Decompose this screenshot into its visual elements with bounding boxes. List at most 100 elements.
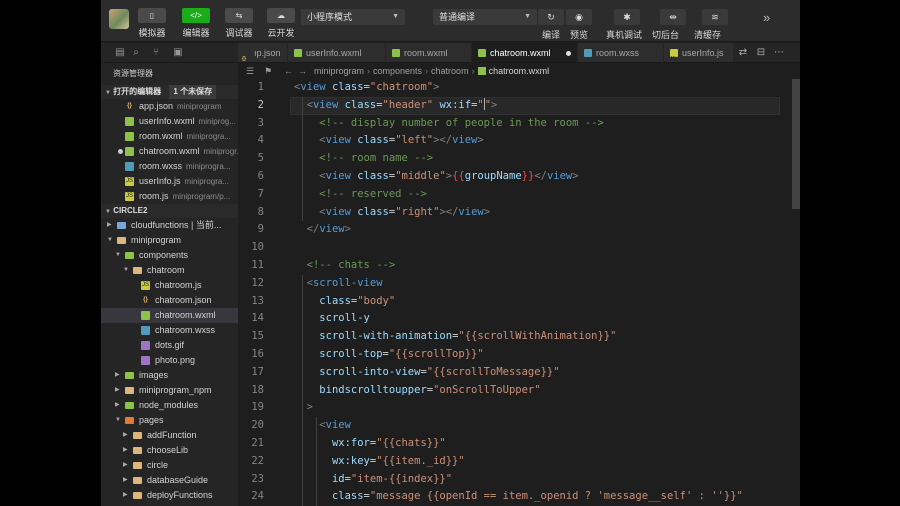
tree-item[interactable]: photo.png xyxy=(101,353,238,368)
toolbar-button-phone[interactable]: ▯ 模拟器 xyxy=(132,8,172,39)
tree-item[interactable]: ▼ chatroom xyxy=(101,263,238,278)
menu-icon[interactable]: ☰ xyxy=(246,63,254,79)
toolbar-button-debugger[interactable]: ⇆ 调试器 xyxy=(219,8,259,39)
code-token: class xyxy=(357,134,389,147)
more-icon[interactable]: » xyxy=(763,10,770,25)
breadcrumb-item[interactable]: chatroom xyxy=(431,66,469,76)
code-line[interactable]: class="message {{openId == item._openid … xyxy=(294,488,743,506)
branch-icon[interactable]: ⑂ xyxy=(149,46,163,60)
code-line[interactable]: id="item-{{index}}" xyxy=(294,471,452,489)
open-editor-item[interactable]: {} app.json miniprogram xyxy=(101,99,238,114)
tree-item[interactable]: ▶ addFunction xyxy=(101,428,238,443)
code-line[interactable]: scroll-top="{{scrollTop}}" xyxy=(294,346,483,364)
tree-item[interactable]: chatroom.wxml xyxy=(101,308,238,323)
more-dots-icon[interactable]: ⋯ xyxy=(772,46,786,60)
code-line[interactable]: <view class="left"></view> xyxy=(294,132,483,150)
code-line[interactable]: bindscrolltoupper="onScrollToUpper" xyxy=(294,382,540,400)
project-header[interactable]: ▼ CIRCLE2 xyxy=(101,204,238,218)
toolbar-button-code[interactable]: </> 编辑器 xyxy=(176,8,216,39)
tree-item[interactable]: dots.gif xyxy=(101,338,238,353)
tree-item[interactable]: ▶ chooseLib xyxy=(101,443,238,458)
file-name: room.js miniprogram/p... xyxy=(139,191,231,201)
tree-item[interactable]: ▶ images xyxy=(101,368,238,383)
refresh-icon[interactable]: ↻ xyxy=(538,9,564,25)
open-editor-item[interactable]: JS room.js miniprogram/p... xyxy=(101,189,238,204)
open-editor-item[interactable]: JS userInfo.js miniprogra... xyxy=(101,174,238,189)
code-line[interactable]: <!-- chats --> xyxy=(294,257,396,275)
file-name: addFunction xyxy=(147,430,197,440)
code-token: {{ xyxy=(452,170,465,182)
open-editor-item[interactable]: room.wxml miniprogra... xyxy=(101,129,238,144)
tab-room-wxml[interactable]: room.wxml xyxy=(386,43,472,62)
code-line[interactable]: <!-- room name --> xyxy=(294,150,433,168)
open-editors-header[interactable]: ▼ 打开的编辑器 1 个未保存 xyxy=(101,85,238,99)
tree-item[interactable]: ▼ pages xyxy=(101,413,238,428)
tree-item[interactable]: ▶ cloudfunctions | 当前... xyxy=(101,218,238,233)
line-number: 8 xyxy=(257,205,264,218)
switch-icon[interactable]: ⇹ xyxy=(660,9,686,25)
wxml-file-icon xyxy=(125,132,134,141)
tab--p-json[interactable]: {} ıp.json xyxy=(238,43,288,62)
code-area[interactable]: 1 <view class="chatroom"> 2 <view class="h… xyxy=(238,79,800,506)
open-editor-item[interactable]: chatroom.wxmlminiprogr... xyxy=(101,144,238,159)
code-line[interactable]: scroll-into-view="{{scrollToMessage}}" xyxy=(294,364,559,382)
code-line[interactable]: <!-- display number of people in the roo… xyxy=(294,115,604,133)
open-editor-item[interactable]: room.wxss miniprogra... xyxy=(101,159,238,174)
code-line[interactable]: <view class="header" wx:if=""> xyxy=(294,97,497,115)
forward-arrow-icon[interactable]: → xyxy=(298,63,307,79)
code-line[interactable]: > xyxy=(294,399,313,417)
open-editor-item[interactable]: userInfo.wxml miniprog... xyxy=(101,114,238,129)
tree-item[interactable]: ▶ node_modules xyxy=(101,398,238,413)
tree-item[interactable]: {} chatroom.json xyxy=(101,293,238,308)
layers-icon[interactable]: ≋ xyxy=(702,9,728,25)
code-line[interactable]: <scroll-view xyxy=(294,275,383,293)
code-line[interactable]: <!-- reserved --> xyxy=(294,186,426,204)
breadcrumb-item[interactable]: miniprogram xyxy=(314,66,364,76)
split-icon[interactable]: ⇄ xyxy=(736,46,750,60)
code-line[interactable]: <view class="chatroom"> xyxy=(294,79,439,97)
tab-chatroom-wxml[interactable]: chatroom.wxml xyxy=(472,43,578,62)
compile-select[interactable]: 普通编译 ▼ xyxy=(433,9,537,25)
code-line[interactable]: <view class="right"></view> xyxy=(294,204,490,222)
bug-icon[interactable]: ✱ xyxy=(614,9,640,25)
tab-room-wxss[interactable]: room.wxss xyxy=(578,43,664,62)
js-file-icon: JS xyxy=(125,177,134,186)
tree-item[interactable]: ▶ databaseGuide xyxy=(101,473,238,488)
code-line[interactable]: wx:key="{{item._id}}" xyxy=(294,453,465,471)
tree-item[interactable]: JS chatroom.js xyxy=(101,278,238,293)
tree-item[interactable]: ▼ miniprogram xyxy=(101,233,238,248)
wxml-file-icon xyxy=(477,67,486,75)
code-line[interactable]: <view class="middle">{{groupName}}</view… xyxy=(294,168,578,186)
tab-label: userInfo.js xyxy=(682,48,724,58)
files-icon[interactable]: ▤ xyxy=(113,46,127,60)
code-token: > xyxy=(483,205,491,218)
breadcrumb-item[interactable]: components xyxy=(373,66,422,76)
bookmark-icon[interactable]: ⚑ xyxy=(264,63,272,79)
tree-item[interactable]: chatroom.wxss xyxy=(101,323,238,338)
toolbar-button-cloud[interactable]: ☁ 云开发 xyxy=(261,8,301,39)
code-line[interactable]: scroll-y xyxy=(294,310,370,328)
eye-icon[interactable]: ◉ xyxy=(566,9,592,25)
tree-item[interactable]: ▼ components xyxy=(101,248,238,263)
tree-item[interactable]: ▶ circle xyxy=(101,458,238,473)
code-line[interactable]: </view> xyxy=(294,221,351,239)
tab-userinfo-js[interactable]: JS userInfo.js xyxy=(664,43,734,62)
code-line[interactable]: wx:for="{{chats}}" xyxy=(294,435,446,453)
editor-scrollbar[interactable] xyxy=(792,79,800,209)
debug-icon[interactable]: ▣ xyxy=(171,46,185,60)
tree-item[interactable]: ▶ miniprogram_npm xyxy=(101,383,238,398)
mode-select[interactable]: 小程序模式 ▼ xyxy=(301,9,405,25)
avatar[interactable] xyxy=(109,9,129,29)
code-line[interactable]: scroll-with-animation="{{scrollWithAnima… xyxy=(294,328,616,346)
code-line[interactable]: <view xyxy=(294,417,351,435)
code-token: <!-- display number of people in the roo… xyxy=(319,116,604,129)
search-icon[interactable]: ⌕ xyxy=(129,46,143,60)
back-arrow-icon[interactable]: ← xyxy=(284,63,293,79)
compare-icon[interactable]: ⊟ xyxy=(754,46,768,60)
code-line[interactable]: class="body" xyxy=(294,293,395,311)
breadcrumb-file[interactable]: chatroom.wxml xyxy=(489,66,550,76)
wxss-file-icon xyxy=(141,326,150,335)
tab-userinfo-wxml[interactable]: userInfo.wxml xyxy=(288,43,386,62)
tree-item[interactable]: ▶ deployFunctions xyxy=(101,488,238,503)
